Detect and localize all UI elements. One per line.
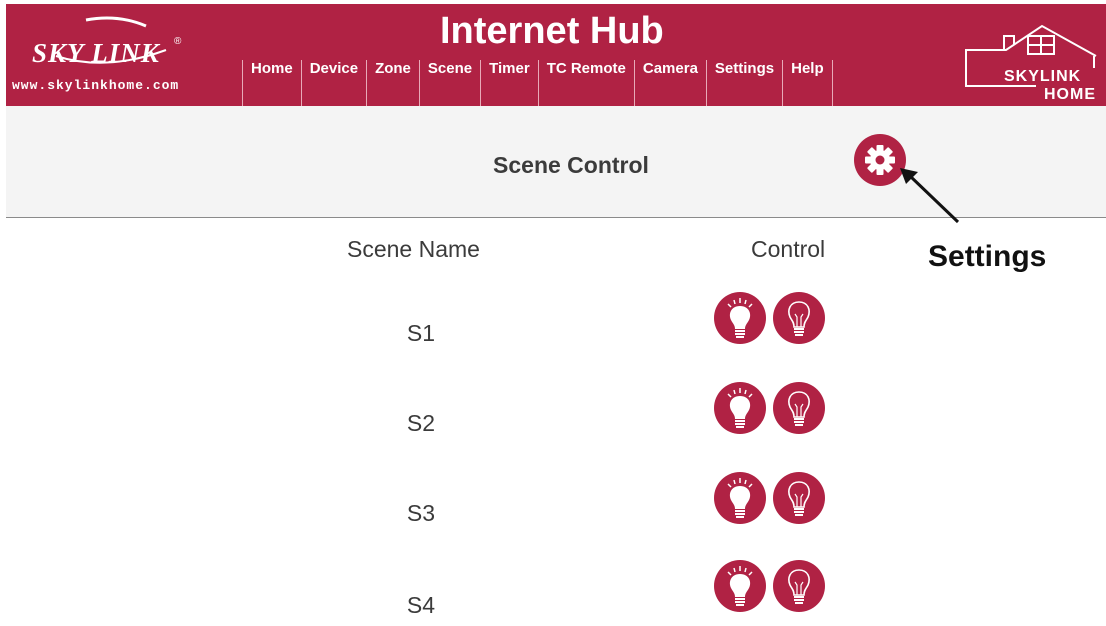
skylink-home-logo: SKYLINK HOME [962,16,1100,103]
logo-text: SKY LINK [32,38,160,68]
skylink-logo: SKY LINK ® [26,16,196,68]
nav-timer[interactable]: Timer [480,60,538,106]
column-header-scene-name: Scene Name [347,236,480,262]
scene-off-button[interactable] [773,292,825,344]
bulb-off-icon [788,481,810,516]
nav-scene[interactable]: Scene [418,60,480,106]
table-row: S4 [6,560,1106,626]
main-nav: Home Device Zone Scene Timer TC Remote C… [242,60,833,106]
brand-line1: SKYLINK [1004,68,1082,85]
scene-off-button[interactable] [773,560,825,612]
table-row: S3 [6,472,1106,562]
scene-on-button[interactable] [714,472,766,524]
bulb-on-icon [727,478,753,518]
bulb-on-icon [727,566,753,606]
bulb-off-icon [788,301,810,336]
scene-name: S1 [406,320,436,346]
table-row: S1 [6,292,1106,382]
header: SKY LINK ® www.skylinkhome.com Internet … [6,4,1106,106]
annotation-arrow [900,168,960,224]
scene-name: S2 [406,410,436,436]
nav-settings[interactable]: Settings [705,60,782,106]
annotation-label: Settings [928,240,1047,273]
scene-on-button[interactable] [714,560,766,612]
nav-camera[interactable]: Camera [633,60,706,106]
scene-off-button[interactable] [773,472,825,524]
app-frame: SKY LINK ® www.skylinkhome.com Internet … [6,4,1106,626]
bulb-off-icon [788,391,810,426]
brand-line2: HOME [1044,86,1096,103]
table-row: S2 [6,382,1106,472]
scene-off-button[interactable] [773,382,825,434]
nav-tc-remote[interactable]: TC Remote [537,60,634,106]
scene-on-button[interactable] [714,382,766,434]
column-header-control: Control [751,236,826,262]
bulb-on-icon [727,388,753,428]
nav-help[interactable]: Help [782,60,833,106]
bulb-on-icon [727,298,753,338]
scene-on-button[interactable] [714,292,766,344]
registered-mark: ® [174,36,182,47]
nav-device[interactable]: Device [300,60,366,106]
bulb-off-icon [788,569,810,604]
scene-name: S4 [406,592,436,618]
nav-zone[interactable]: Zone [366,60,419,106]
nav-home[interactable]: Home [242,60,301,106]
scene-name: S3 [406,500,436,526]
app-title: Internet Hub [440,10,664,52]
site-url: www.skylinkhome.com [12,78,180,93]
